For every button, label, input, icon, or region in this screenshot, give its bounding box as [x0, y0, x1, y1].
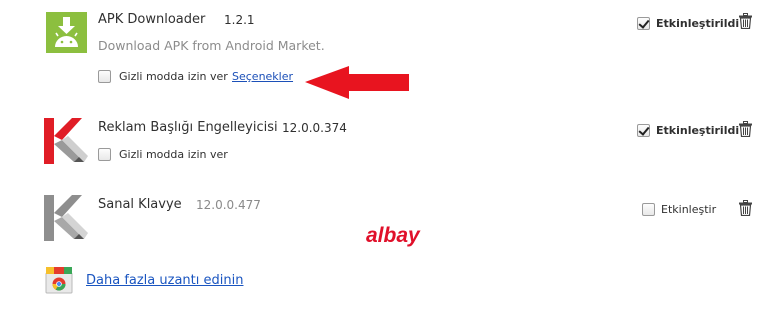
extension-name: Reklam Başlığı Engelleyicisi	[98, 120, 278, 135]
kaspersky-gray-icon	[44, 195, 90, 241]
extension-item-ad-blocker: Reklam Başlığı Engelleyicisi 12.0.0.374 …	[0, 108, 780, 168]
extension-name: APK Downloader	[98, 12, 206, 27]
enable-label: Etkinleştirildi	[656, 17, 740, 30]
watermark-text: albay	[366, 224, 420, 247]
android-download-icon	[46, 12, 87, 53]
enable-checkbox[interactable]	[637, 124, 650, 137]
trash-icon[interactable]	[739, 13, 752, 30]
enable-label: Etkinleştir	[661, 203, 717, 216]
incognito-label: Gizli modda izin ver	[119, 148, 228, 161]
annotation-arrow-icon	[303, 64, 411, 100]
extension-name: Sanal Klavye	[98, 197, 182, 212]
enable-label: Etkinleştirildi	[656, 124, 740, 137]
incognito-checkbox[interactable]	[98, 148, 111, 161]
incognito-label: Gizli modda izin ver	[119, 70, 228, 83]
enable-checkbox[interactable]	[637, 17, 650, 30]
trash-icon[interactable]	[739, 121, 752, 138]
extension-version: 1.2.1	[224, 13, 255, 27]
chrome-web-store-icon	[44, 264, 74, 294]
options-link[interactable]: Seçenekler	[232, 70, 293, 83]
get-more-extensions-link[interactable]: Daha fazla uzantı edinin	[86, 273, 243, 288]
trash-icon[interactable]	[739, 200, 752, 217]
extension-version: 12.0.0.477	[196, 198, 261, 212]
extension-description: Download APK from Android Market.	[98, 38, 325, 53]
extension-version: 12.0.0.374	[282, 121, 347, 135]
incognito-checkbox[interactable]	[98, 70, 111, 83]
enable-checkbox[interactable]	[642, 203, 655, 216]
kaspersky-red-icon	[44, 118, 90, 164]
